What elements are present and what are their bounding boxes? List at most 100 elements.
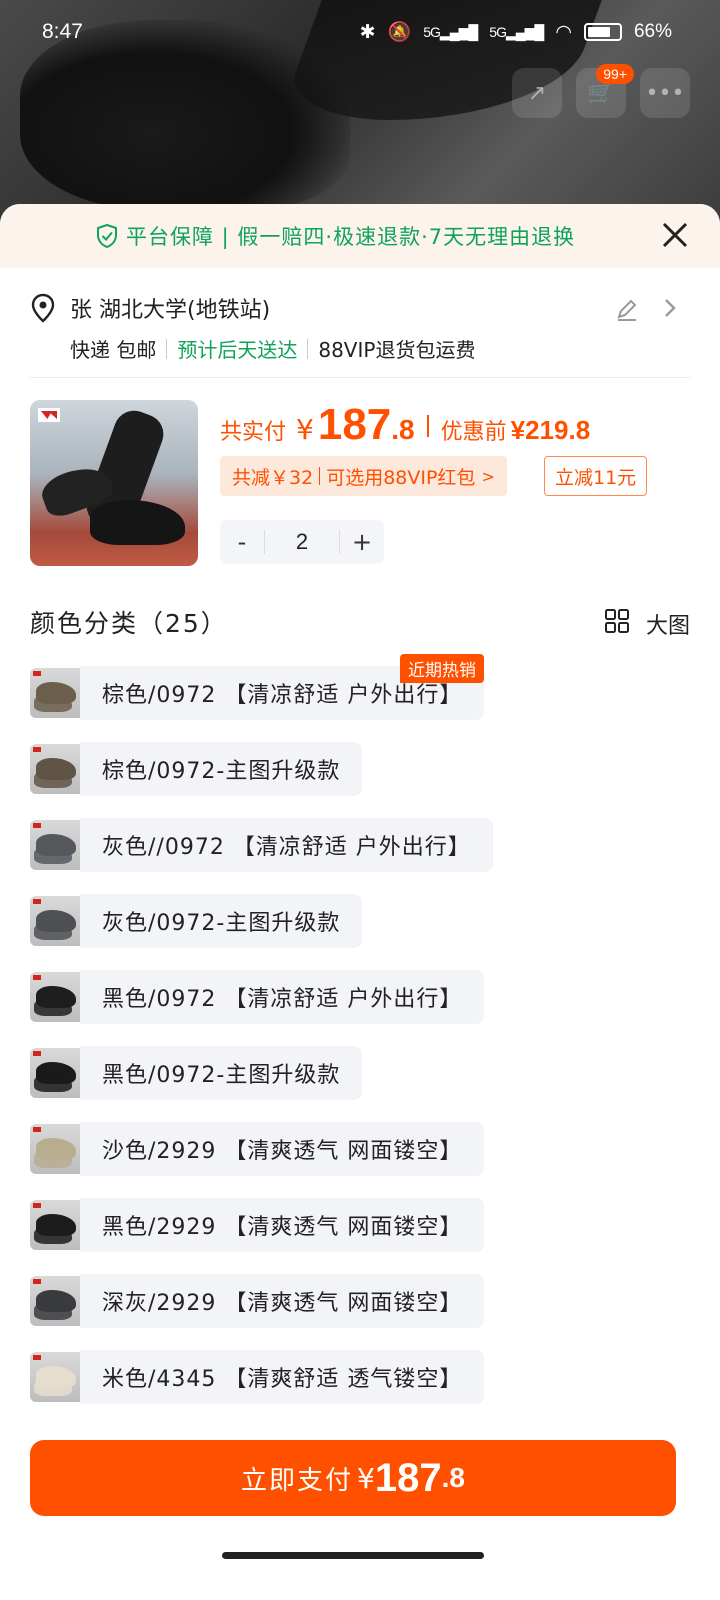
brand-logo-icon <box>33 1355 41 1360</box>
battery-icon <box>583 23 622 41</box>
close-icon[interactable] <box>660 220 690 250</box>
pay-price-decimal: .8 <box>441 1462 465 1493</box>
grid-view-icon[interactable] <box>604 608 630 634</box>
variant-label: 灰色/0972-主图升级款 <box>80 894 363 948</box>
product-thumbnail[interactable] <box>30 400 198 566</box>
variant-label: 米色/4345 【清爽舒适 透气镂空】 <box>80 1350 485 1404</box>
signal-label-2: 5G <box>489 23 507 40</box>
divider <box>426 415 429 437</box>
shipping-row: 快递 包邮 预计后天送达 88VIP退货包运费 <box>70 334 690 363</box>
shoe-shape <box>34 1302 72 1320</box>
delivery-estimate: 预计后天送达 <box>177 338 298 362</box>
address-section[interactable]: 张 湖北大学(地铁站) 快递 包邮 预计后天送达 88VIP退货包运费 <box>30 290 690 363</box>
brand-logo-icon <box>33 975 41 980</box>
instant-discount-tag: 立减11元 <box>544 456 648 496</box>
brand-logo-icon <box>33 899 41 904</box>
price-row: 共实付 ¥ 187 .8 优惠前 ¥219.8 <box>220 400 590 452</box>
status-icons: ✱ 🔕 5G▂▄▆█ 5G▂▄▆█ ◠ 66% <box>360 20 672 44</box>
category-title: 颜色分类（25） <box>30 609 228 638</box>
brand-logo-icon <box>38 408 60 422</box>
currency-symbol: ¥ <box>296 413 314 446</box>
variant-thumbnail <box>30 1352 80 1402</box>
currency-symbol: ¥ <box>357 1461 375 1495</box>
shoe-shape <box>34 998 72 1016</box>
brand-logo-icon <box>33 671 41 676</box>
share-button[interactable]: ↗ <box>512 68 562 118</box>
price-integer: 187 <box>317 400 392 449</box>
variant-option[interactable]: 棕色/0972-主图升级款 <box>30 742 690 796</box>
pay-now-button[interactable]: 立即支付 ¥ 187 .8 <box>30 1440 676 1516</box>
hot-sale-badge: 近期热销 <box>400 654 484 683</box>
status-bar: 8:47 ✱ 🔕 5G▂▄▆█ 5G▂▄▆█ ◠ 66% <box>0 0 720 66</box>
shield-icon <box>97 224 117 248</box>
variant-option[interactable]: 灰色//0972 【清凉舒适 户外出行】 <box>30 818 690 872</box>
cart-icon: 🛒 <box>587 80 615 106</box>
top-actions: ↗ 🛒 99+ ••• <box>512 64 690 118</box>
variant-option[interactable]: 黑色/0972 【清凉舒适 户外出行】 <box>30 970 690 1024</box>
variant-option[interactable]: 黑色/0972-主图升级款 <box>30 1046 690 1100</box>
sku-sheet: 平台保障 | 假一赔四·极速退款·7天无理由退换 张 湖北大学(地铁站) 快递 … <box>0 204 720 1600</box>
variant-thumbnail <box>30 896 80 946</box>
variant-thumbnail <box>30 1276 80 1326</box>
mute-bell-icon: 🔕 <box>387 22 412 43</box>
address-name: 张 湖北大学(地铁站) <box>70 298 271 323</box>
quantity-value[interactable]: 2 <box>264 530 340 554</box>
divider <box>166 338 168 359</box>
divider <box>307 338 309 359</box>
before-discount-label: 优惠前 <box>440 420 507 445</box>
variant-label: 黑色/0972-主图升级款 <box>80 1046 363 1100</box>
wifi-icon: ◠ <box>555 21 572 43</box>
brand-logo-icon <box>33 1279 41 1284</box>
signal-icon-2: 5G▂▄▆█ <box>489 23 544 40</box>
before-discount-price: ¥219.8 <box>510 415 591 445</box>
edit-icon[interactable] <box>614 296 640 322</box>
variant-thumbnail <box>30 744 80 794</box>
total-reduce-text: 共减￥32 <box>232 466 314 489</box>
variant-option[interactable]: 黑色/2929 【清爽透气 网面镂空】 <box>30 1198 690 1252</box>
variant-option[interactable]: 深灰/2929 【清爽透气 网面镂空】 <box>30 1274 690 1328</box>
pay-now-label: 立即支付 <box>241 1465 354 1496</box>
pay-total-label: 共实付 <box>220 420 287 445</box>
decrease-button[interactable]: - <box>220 528 264 556</box>
variant-option[interactable]: 米色/4345 【清爽舒适 透气镂空】 <box>30 1350 690 1404</box>
thumb-shoe-shape <box>90 500 185 545</box>
shoe-shape <box>34 1226 72 1244</box>
variant-list: 棕色/0972 【清凉舒适 户外出行】 近期热销棕色/0972-主图升级款灰色//… <box>30 654 690 1426</box>
variant-option[interactable]: 棕色/0972 【清凉舒适 户外出行】 近期热销 <box>30 654 690 720</box>
price-decimal: .8 <box>391 414 415 445</box>
variant-thumbnail <box>30 820 80 870</box>
product-summary: 共实付 ¥ 187 .8 优惠前 ¥219.8 共减￥32 可选用88VIP红包… <box>30 400 690 568</box>
vip-return-shipping: 88VIP退货包运费 <box>318 338 476 362</box>
variant-option[interactable]: 灰色/0972-主图升级款 <box>30 894 690 948</box>
variant-label: 灰色//0972 【清凉舒适 户外出行】 <box>80 818 493 872</box>
variant-thumbnail <box>30 1124 80 1174</box>
increase-button[interactable]: + <box>340 528 384 556</box>
cart-button[interactable]: 🛒 99+ <box>576 64 634 118</box>
guarantee-text: 平台保障 | 假一赔四·极速退款·7天无理由退换 <box>126 225 576 249</box>
red-packet-text: 可选用88VIP红包 <box>326 466 476 489</box>
battery-value: 66 <box>633 21 656 42</box>
signal-icon: 5G▂▄▆█ <box>423 23 478 40</box>
address-row: 张 湖北大学(地铁站) <box>30 290 690 326</box>
big-image-toggle[interactable]: 大图 <box>646 608 690 640</box>
variant-thumbnail <box>30 1048 80 1098</box>
more-button[interactable]: ••• <box>640 68 690 118</box>
signal-label: 5G <box>423 23 441 40</box>
chevron-right-icon[interactable] <box>660 296 680 320</box>
promo-discount-chip[interactable]: 共减￥32 可选用88VIP红包 > <box>220 456 507 496</box>
color-category-header: 颜色分类（25） 大图 <box>30 604 690 644</box>
variant-label: 黑色/2929 【清爽透气 网面镂空】 <box>80 1198 485 1252</box>
variant-thumbnail <box>30 1200 80 1250</box>
variant-label: 黑色/0972 【清凉舒适 户外出行】 <box>80 970 485 1024</box>
divider <box>319 467 321 485</box>
variant-label: 深灰/2929 【清爽透气 网面镂空】 <box>80 1274 485 1328</box>
variant-option[interactable]: 沙色/2929 【清爽透气 网面镂空】 <box>30 1122 690 1176</box>
pay-price-integer: 187 <box>374 1455 442 1500</box>
status-time: 8:47 <box>42 20 83 43</box>
brand-logo-icon <box>33 1127 41 1132</box>
shoe-shape <box>34 846 72 864</box>
variant-thumbnail <box>30 972 80 1022</box>
location-pin-icon <box>31 293 55 323</box>
cart-badge: 99+ <box>596 64 634 84</box>
home-indicator[interactable] <box>222 1552 484 1559</box>
